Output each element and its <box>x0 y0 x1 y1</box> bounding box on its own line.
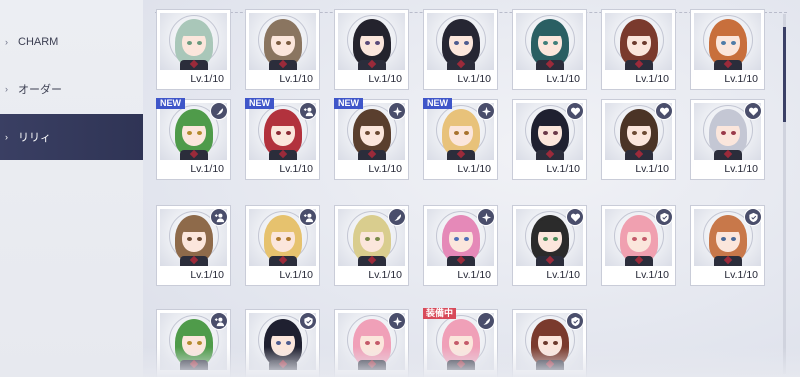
level-label: Lv.1/10 <box>190 269 224 281</box>
level-label: Lv.1/10 <box>457 163 491 175</box>
plus-person-icon <box>210 312 228 330</box>
feather-icon <box>477 312 495 330</box>
lily-card[interactable]: Lv.1/10 <box>690 205 765 286</box>
lily-card[interactable]: Lv.1/10 <box>423 9 498 90</box>
lily-card[interactable] <box>245 309 320 377</box>
character-portrait <box>427 13 494 70</box>
sparkle-icon <box>388 312 406 330</box>
level-label: Lv.1/10 <box>546 163 580 175</box>
character-portrait <box>160 13 227 70</box>
level-label: Lv.1/10 <box>546 73 580 85</box>
heart-icon <box>566 102 584 120</box>
sidebar-item-order[interactable]: › オーダー <box>0 66 143 112</box>
lily-card[interactable]: Lv.1/10 <box>690 9 765 90</box>
shield-icon <box>744 208 762 226</box>
lily-card[interactable] <box>512 309 587 377</box>
lily-card[interactable]: Lv.1/10 <box>423 205 498 286</box>
lily-card[interactable]: Lv.1/10 <box>512 99 587 180</box>
plus-person-icon <box>299 102 317 120</box>
lily-card[interactable]: Lv.1/10 NEW <box>245 98 320 180</box>
lily-card[interactable] <box>156 309 231 377</box>
level-label: Lv.1/10 <box>724 163 758 175</box>
character-portrait <box>249 13 316 70</box>
lily-card[interactable]: Lv.1/10 <box>245 205 320 286</box>
character-portrait <box>338 13 405 70</box>
lily-card-grid: Lv.1/10 Lv.1/10 Lv.1/10 Lv.1/10 Lv.1/10 Lv.1/… <box>143 0 800 377</box>
level-label: Lv.1/10 <box>724 73 758 85</box>
lily-card[interactable]: Lv.1/10 <box>690 99 765 180</box>
shield-icon <box>566 312 584 330</box>
lily-card[interactable]: Lv.1/10 <box>512 205 587 286</box>
lily-card[interactable]: Lv.1/10 <box>156 205 231 286</box>
shield-icon <box>299 312 317 330</box>
level-label: Lv.1/10 <box>457 73 491 85</box>
character-portrait <box>516 13 583 70</box>
scrollbar[interactable] <box>783 14 786 374</box>
heart-icon <box>744 102 762 120</box>
sidebar: › CHARM › オーダー › リリィ <box>0 0 143 377</box>
lily-card[interactable]: Lv.1/10 <box>512 9 587 90</box>
level-label: Lv.1/10 <box>368 73 402 85</box>
feather-icon <box>210 102 228 120</box>
new-badge: NEW <box>245 98 274 109</box>
heart-icon <box>655 102 673 120</box>
level-label: Lv.1/10 <box>635 73 669 85</box>
lily-card[interactable]: Lv.1/10 <box>601 99 676 180</box>
lily-card[interactable]: Lv.1/10 NEW <box>423 98 498 180</box>
feather-icon <box>388 208 406 226</box>
level-label: Lv.1/10 <box>190 163 224 175</box>
level-label: Lv.1/10 <box>279 163 313 175</box>
sparkle-icon <box>477 102 495 120</box>
level-label: Lv.1/10 <box>724 269 758 281</box>
sidebar-item-lily[interactable]: › リリィ <box>0 114 143 160</box>
level-label: Lv.1/10 <box>368 269 402 281</box>
equipped-badge: 装備中 <box>423 308 457 319</box>
level-label: Lv.1/10 <box>635 269 669 281</box>
shield-icon <box>655 208 673 226</box>
chevron-right-icon: › <box>5 132 8 142</box>
lily-card[interactable]: 装備中 <box>423 308 498 377</box>
level-label: Lv.1/10 <box>190 73 224 85</box>
lily-card[interactable]: Lv.1/10 <box>334 9 409 90</box>
sidebar-item-label: オーダー <box>18 84 62 96</box>
level-label: Lv.1/10 <box>635 163 669 175</box>
sidebar-item-label: リリィ <box>18 132 51 144</box>
plus-person-icon <box>210 208 228 226</box>
new-badge: NEW <box>423 98 452 109</box>
new-badge: NEW <box>156 98 185 109</box>
sparkle-icon <box>477 208 495 226</box>
scrollbar-thumb[interactable] <box>783 27 786 122</box>
character-portrait <box>605 13 672 70</box>
sidebar-item-charm[interactable]: › CHARM <box>0 19 143 65</box>
level-label: Lv.1/10 <box>279 73 313 85</box>
lily-card[interactable] <box>334 309 409 377</box>
chevron-right-icon: › <box>5 84 8 94</box>
level-label: Lv.1/10 <box>279 269 313 281</box>
lily-card[interactable]: Lv.1/10 <box>245 9 320 90</box>
level-label: Lv.1/10 <box>546 269 580 281</box>
level-label: Lv.1/10 <box>368 163 402 175</box>
lily-card[interactable]: Lv.1/10 <box>601 205 676 286</box>
plus-person-icon <box>299 208 317 226</box>
heart-icon <box>566 208 584 226</box>
sparkle-icon <box>388 102 406 120</box>
lily-card[interactable]: Lv.1/10 <box>156 9 231 90</box>
level-label: Lv.1/10 <box>457 269 491 281</box>
chevron-right-icon: › <box>5 37 8 47</box>
character-portrait <box>694 13 761 70</box>
lily-card[interactable]: Lv.1/10 NEW <box>156 98 231 180</box>
lily-card[interactable]: Lv.1/10 <box>601 9 676 90</box>
lily-card[interactable]: Lv.1/10 NEW <box>334 98 409 180</box>
lily-card[interactable]: Lv.1/10 <box>334 205 409 286</box>
sidebar-item-label: CHARM <box>18 36 59 48</box>
new-badge: NEW <box>334 98 363 109</box>
